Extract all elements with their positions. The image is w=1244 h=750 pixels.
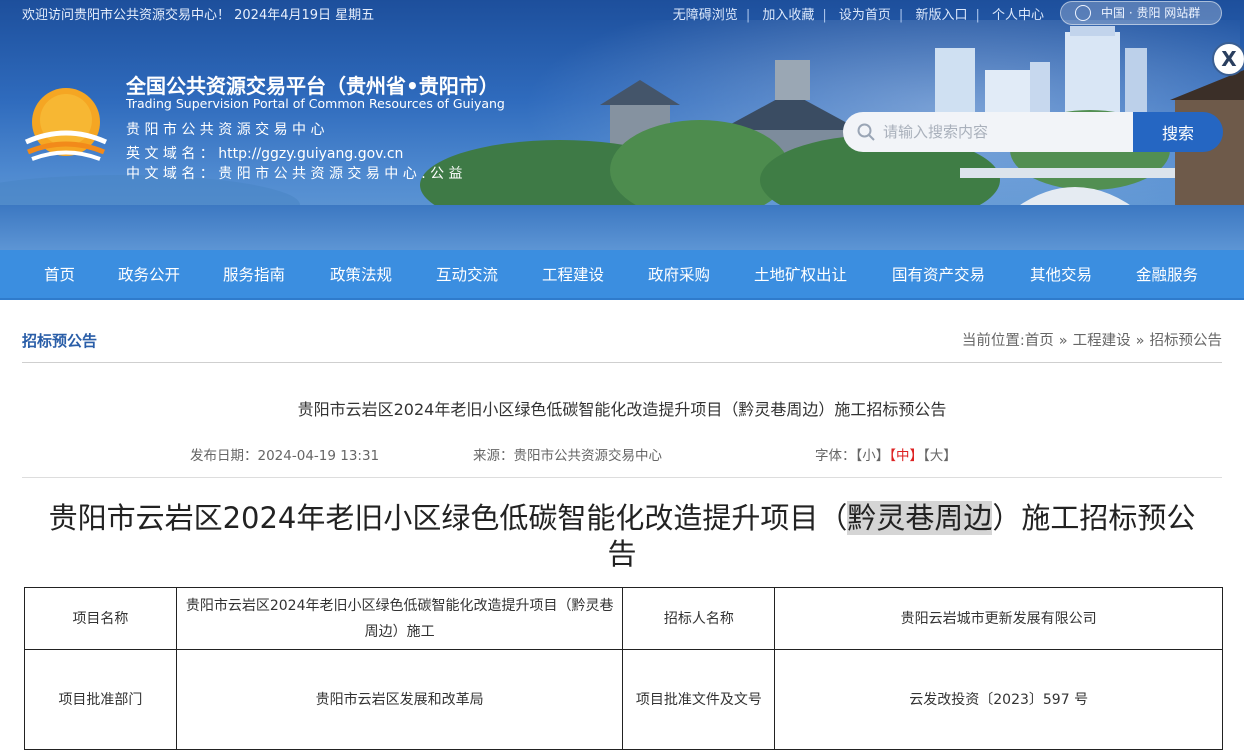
table-cell: 贵阳云岩城市更新发展有限公司 xyxy=(774,587,1223,650)
table-cell: 招标人名称 xyxy=(622,587,776,650)
font-large-button[interactable]: 【大】 xyxy=(923,448,957,464)
nav-gov-affairs[interactable]: 政务公开 xyxy=(118,250,180,300)
table-cell: 云发改投资〔2023〕597 号 xyxy=(774,649,1223,750)
cn-domain: 中 文 域 名 ： 贵 阳 市 公 共 资 源 交 易 中 心 . 公 益 xyxy=(126,166,463,182)
font-size-control: 字体：【小】【中】【大】 xyxy=(815,444,957,464)
breadcrumb: 当前位置:首页» 工程建设» 招标预公告 xyxy=(961,333,1223,349)
nav-policy[interactable]: 政策法规 xyxy=(330,250,392,300)
article-heading: 贵阳市云岩区2024年老旧小区绿色低碳智能化改造提升项目（黔灵巷周边）施工招标预… xyxy=(40,500,1204,572)
new-version-link[interactable]: 新版入口 xyxy=(915,8,967,23)
portal-title-en: Trading Supervision Portal of Common Res… xyxy=(126,96,505,111)
article-title: 贵阳市云岩区2024年老旧小区绿色低碳智能化改造提升项目（黔灵巷周边）施工招标预… xyxy=(297,400,947,419)
nav-interaction[interactable]: 互动交流 xyxy=(436,250,498,300)
breadcrumb-prefix: 当前位置: xyxy=(961,333,1025,349)
nav-procurement[interactable]: 政府采购 xyxy=(648,250,710,300)
publish-date: 发布日期：2024-04-19 13:31 xyxy=(190,448,380,464)
search-box: 搜索 xyxy=(843,112,1223,152)
project-info-table: 项目名称 贵阳市云岩区2024年老旧小区绿色低碳智能化改造提升项目（黔灵巷周边）… xyxy=(24,587,1223,750)
welcome-text: 欢迎访问贵阳市公共资源交易中心！ 2024年4月19日 星期五 xyxy=(22,8,375,23)
nav-service-guide[interactable]: 服务指南 xyxy=(223,250,285,300)
table-cell: 项目批准部门 xyxy=(24,649,177,750)
search-icon xyxy=(857,123,875,141)
nav-land-mining[interactable]: 土地矿权出让 xyxy=(754,250,847,300)
article-source: 来源：贵阳市公共资源交易中心 xyxy=(473,448,662,464)
top-links: 无障碍浏览 | 加入收藏 | 设为首页 | 新版入口 | 个人中心 xyxy=(672,8,1044,23)
accessibility-link[interactable]: 无障碍浏览 xyxy=(673,8,738,23)
center-name: 贵 阳 市 公 共 资 源 交 易 中 心 xyxy=(126,122,325,138)
globe-icon xyxy=(1075,5,1091,21)
add-favorite-link[interactable]: 加入收藏 xyxy=(762,8,814,23)
nav-state-assets[interactable]: 国有资产交易 xyxy=(892,250,985,300)
font-medium-button[interactable]: 【中】 xyxy=(889,448,923,464)
site-group-button[interactable]: 中国 · 贵阳 网站群 xyxy=(1060,1,1222,25)
close-button[interactable]: X xyxy=(1212,42,1244,76)
table-cell: 项目名称 xyxy=(24,587,177,650)
section-title: 招标预公告 xyxy=(22,332,98,350)
breadcrumb-engineering[interactable]: 工程建设 xyxy=(1073,333,1131,349)
table-row: 项目批准部门 贵阳市云岩区发展和改革局 项目批准文件及文号 云发改投资〔2023… xyxy=(24,649,1223,750)
table-cell: 贵阳市云岩区发展和改革局 xyxy=(175,649,624,750)
nav-engineering[interactable]: 工程建设 xyxy=(542,250,604,300)
site-group-label: 中国 · 贵阳 网站群 xyxy=(1101,6,1201,20)
logo-icon xyxy=(24,88,108,161)
nav-other-trade[interactable]: 其他交易 xyxy=(1030,250,1092,300)
nav-home[interactable]: 首页 xyxy=(44,250,75,300)
portal-title: 全国公共资源交易平台（贵州省•贵阳市） xyxy=(126,74,499,98)
table-row: 项目名称 贵阳市云岩区2024年老旧小区绿色低碳智能化改造提升项目（黔灵巷周边）… xyxy=(24,587,1223,650)
personal-center-link[interactable]: 个人中心 xyxy=(992,8,1044,23)
heading-part: 贵阳市云岩区2024年老旧小区绿色低碳智能化改造提升项目（ xyxy=(48,501,848,535)
font-size-label: 字体： xyxy=(815,448,856,464)
divider xyxy=(22,477,1222,478)
breadcrumb-current[interactable]: 招标预公告 xyxy=(1150,333,1223,349)
heading-highlight: 黔灵巷周边 xyxy=(847,501,993,535)
set-homepage-link[interactable]: 设为首页 xyxy=(839,8,891,23)
font-small-button[interactable]: 【小】 xyxy=(856,448,890,464)
en-domain: 英 文 域 名 ： http://ggzy.guiyang.gov.cn xyxy=(126,146,404,162)
search-input[interactable] xyxy=(843,112,1143,152)
main-nav: 首页 政务公开 服务指南 政策法规 互动交流 工程建设 政府采购 土地矿权出让 … xyxy=(0,250,1244,300)
divider xyxy=(22,362,1222,363)
lake-band xyxy=(0,205,1244,250)
breadcrumb-home[interactable]: 首页 xyxy=(1025,333,1054,349)
table-cell: 贵阳市云岩区2024年老旧小区绿色低碳智能化改造提升项目（黔灵巷周边）施工 xyxy=(175,587,624,650)
nav-finance[interactable]: 金融服务 xyxy=(1136,250,1198,300)
search-button[interactable]: 搜索 xyxy=(1133,112,1223,152)
table-cell: 项目批准文件及文号 xyxy=(622,649,776,750)
